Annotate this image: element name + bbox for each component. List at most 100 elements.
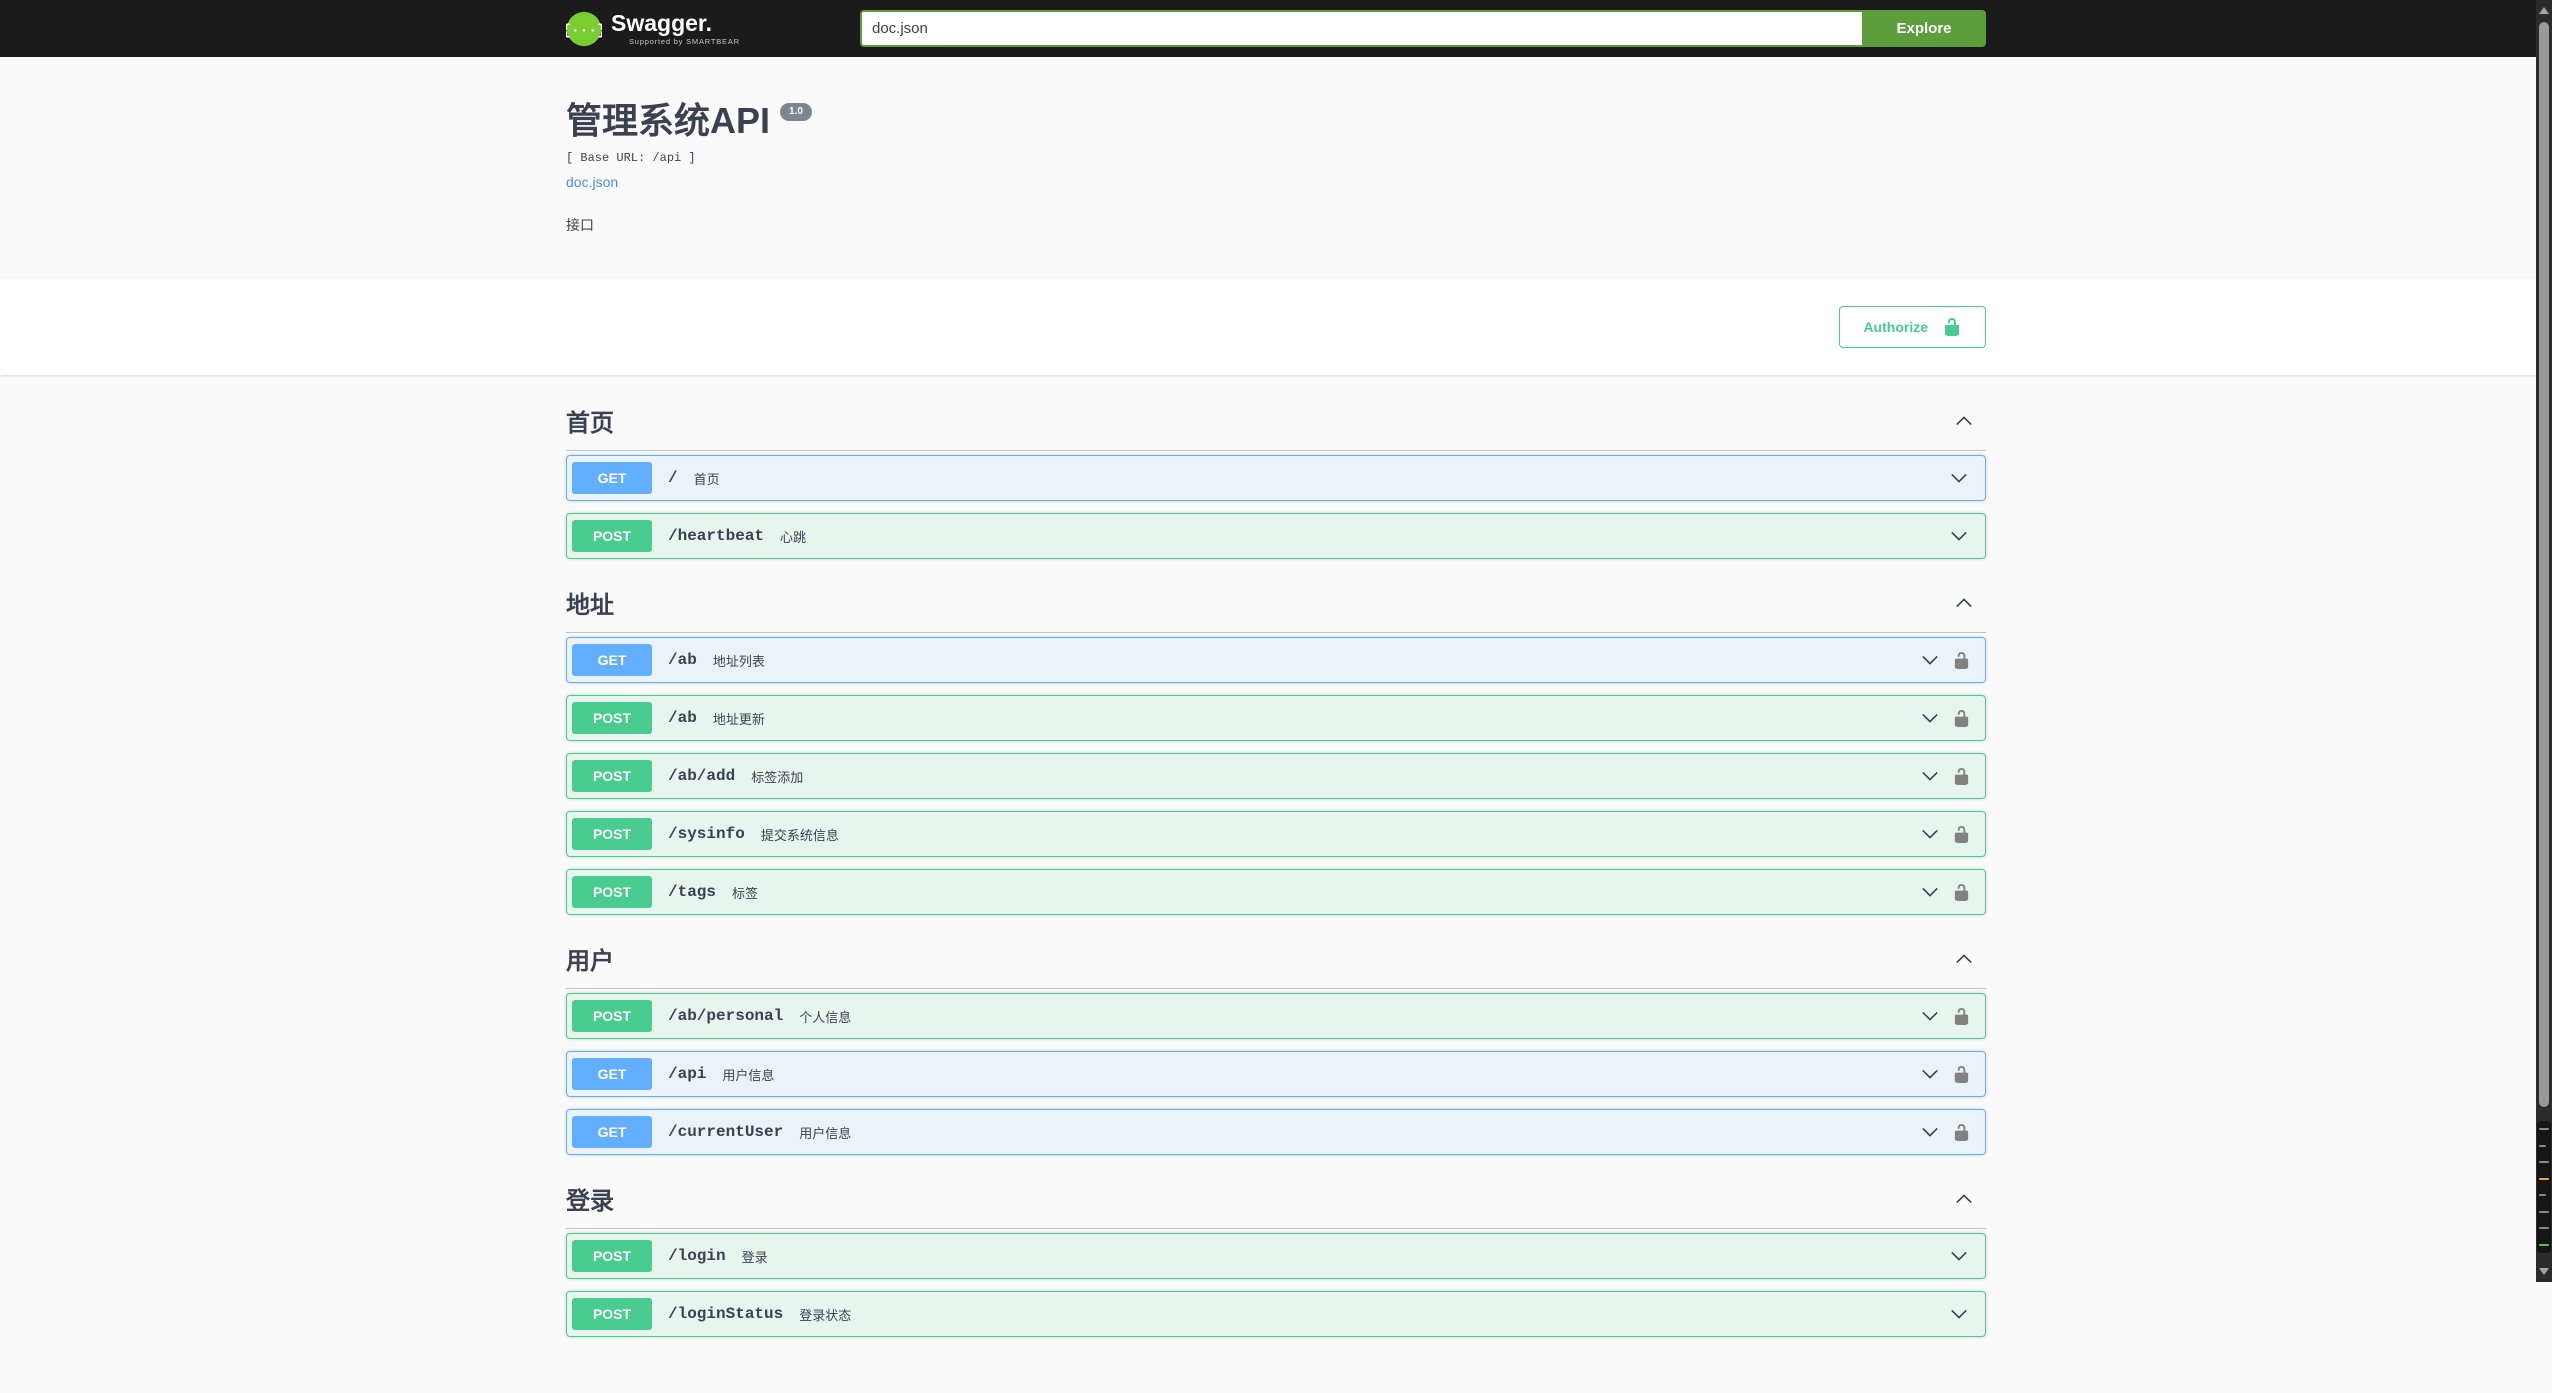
scrollbar[interactable] <box>2536 0 2552 1282</box>
operation-summary: 首页 <box>693 471 720 487</box>
method-badge: POST <box>572 702 652 735</box>
operation-path: /ab/personal <box>668 1007 784 1026</box>
expand-operation-button[interactable] <box>1947 1244 1971 1268</box>
unlocked-padlock-icon <box>1954 1065 1969 1083</box>
scrollbar-minimap <box>2537 1121 2551 1253</box>
operation-row[interactable]: POST /tags 标签 <box>566 869 1986 916</box>
expand-operation-button[interactable] <box>1918 880 1942 904</box>
version-badge: 1.0 <box>780 103 812 121</box>
operation-path: /api <box>668 1065 707 1084</box>
information-container: 管理系统API 1.0 [ Base URL: /api ] doc.json … <box>0 57 2552 280</box>
operation-row[interactable]: POST /heartbeat 心跳 <box>566 513 1986 560</box>
page-title: 管理系统API 1.0 <box>566 99 1986 142</box>
tag-section: 首页 GET / 首页 POST /heartbeat 心跳 <box>566 393 1986 560</box>
section-title: 用户 <box>566 948 614 976</box>
unlocked-padlock-icon <box>1954 709 1969 727</box>
operation-row[interactable]: POST /ab/personal 个人信息 <box>566 993 1986 1040</box>
chevron-down-icon <box>1951 532 1967 541</box>
method-badge: GET <box>572 644 652 677</box>
chevron-up-icon <box>1956 953 1972 963</box>
operation-row[interactable]: POST /ab/add 标签添加 <box>566 753 1986 800</box>
chevron-down-icon <box>1922 714 1938 723</box>
scrollbar-thumb[interactable] <box>2539 22 2549 1107</box>
operation-row[interactable]: POST /loginStatus 登录状态 <box>566 1291 1986 1338</box>
expand-operation-button[interactable] <box>1918 706 1942 730</box>
auth-lock-button[interactable] <box>1952 1007 1971 1026</box>
collapse-section-button[interactable] <box>1952 947 1976 971</box>
auth-lock-button[interactable] <box>1952 767 1971 786</box>
auth-lock-button[interactable] <box>1952 825 1971 844</box>
explore-button[interactable]: Explore <box>1862 10 1986 47</box>
scrollbar-up-arrow-icon[interactable] <box>2539 7 2549 14</box>
auth-lock-button[interactable] <box>1952 709 1971 728</box>
section-header[interactable]: 地址 <box>566 575 1986 634</box>
operation-row[interactable]: GET /ab 地址列表 <box>566 637 1986 684</box>
swagger-logo[interactable]: {···} Swagger. Supported by SMARTBEAR <box>566 11 740 47</box>
chevron-down-icon <box>1922 1012 1938 1021</box>
operation-row[interactable]: POST /login 登录 <box>566 1233 1986 1280</box>
spec-url-input[interactable] <box>860 10 1862 47</box>
method-badge: GET <box>572 462 652 495</box>
scrollbar-down-arrow-icon[interactable] <box>2539 1268 2549 1275</box>
tag-section: 用户 POST /ab/personal 个人信息 GET /api 用户信息 <box>566 931 1986 1156</box>
chevron-down-icon <box>1922 830 1938 839</box>
operation-summary: 心跳 <box>780 529 807 545</box>
operation-row[interactable]: GET / 首页 <box>566 455 1986 502</box>
auth-lock-button[interactable] <box>1952 883 1971 902</box>
scheme-container: Authorize <box>0 279 2552 376</box>
expand-operation-button[interactable] <box>1918 1120 1942 1144</box>
section-header[interactable]: 首页 <box>566 393 1986 452</box>
chevron-up-icon <box>1956 415 1972 425</box>
expand-operation-button[interactable] <box>1947 524 1971 548</box>
section-header[interactable]: 用户 <box>566 931 1986 990</box>
operation-path: /heartbeat <box>668 527 765 546</box>
auth-lock-button[interactable] <box>1952 1065 1971 1084</box>
tag-section: 地址 GET /ab 地址列表 POST /ab 地址更新 POST /ab/a… <box>566 575 1986 916</box>
expand-operation-button[interactable] <box>1918 1004 1942 1028</box>
expand-operation-button[interactable] <box>1947 466 1971 490</box>
operation-summary: 提交系统信息 <box>760 827 839 843</box>
chevron-down-icon <box>1922 888 1938 897</box>
operation-row[interactable]: POST /sysinfo 提交系统信息 <box>566 811 1986 858</box>
operation-path: / <box>668 469 678 488</box>
operation-path: /login <box>668 1247 726 1266</box>
expand-operation-button[interactable] <box>1918 1062 1942 1086</box>
collapse-section-button[interactable] <box>1952 591 1976 615</box>
operation-row[interactable]: GET /currentUser 用户信息 <box>566 1109 1986 1156</box>
section-title: 登录 <box>566 1188 614 1216</box>
swagger-logo-icon: {···} <box>566 11 602 46</box>
chevron-up-icon <box>1956 597 1972 607</box>
method-badge: POST <box>572 1000 652 1033</box>
spec-link[interactable]: doc.json <box>566 174 618 190</box>
method-badge: POST <box>572 520 652 553</box>
authorize-label: Authorize <box>1863 319 1928 336</box>
expand-operation-button[interactable] <box>1947 1302 1971 1326</box>
auth-lock-button[interactable] <box>1952 651 1971 670</box>
operation-row[interactable]: GET /api 用户信息 <box>566 1051 1986 1098</box>
base-url: [ Base URL: /api ] <box>566 151 696 166</box>
operation-path: /sysinfo <box>668 825 745 844</box>
expand-operation-button[interactable] <box>1918 764 1942 788</box>
expand-operation-button[interactable] <box>1918 822 1942 846</box>
expand-operation-button[interactable] <box>1918 648 1942 672</box>
operation-summary: 用户信息 <box>722 1067 775 1083</box>
operation-summary: 标签 <box>732 885 759 901</box>
operation-path: /ab/add <box>668 767 736 786</box>
chevron-down-icon <box>1922 1128 1938 1137</box>
chevron-down-icon <box>1951 1310 1967 1319</box>
unlocked-padlock-icon <box>1954 651 1969 669</box>
authorize-button[interactable]: Authorize <box>1839 306 1986 349</box>
api-description: 接口 <box>566 217 594 234</box>
operation-path: /loginStatus <box>668 1305 784 1324</box>
section-header[interactable]: 登录 <box>566 1171 1986 1230</box>
chevron-down-icon <box>1951 474 1967 483</box>
chevron-down-icon <box>1922 772 1938 781</box>
operation-path: /ab <box>668 651 697 670</box>
collapse-section-button[interactable] <box>1952 1187 1976 1211</box>
auth-lock-button[interactable] <box>1952 1123 1971 1142</box>
tag-section: 登录 POST /login 登录 POST /loginStatus 登录状态 <box>566 1171 1986 1338</box>
collapse-section-button[interactable] <box>1952 409 1976 433</box>
operation-row[interactable]: POST /ab 地址更新 <box>566 695 1986 742</box>
brand-name: Swagger. <box>611 10 712 37</box>
operation-path: /tags <box>668 883 717 902</box>
